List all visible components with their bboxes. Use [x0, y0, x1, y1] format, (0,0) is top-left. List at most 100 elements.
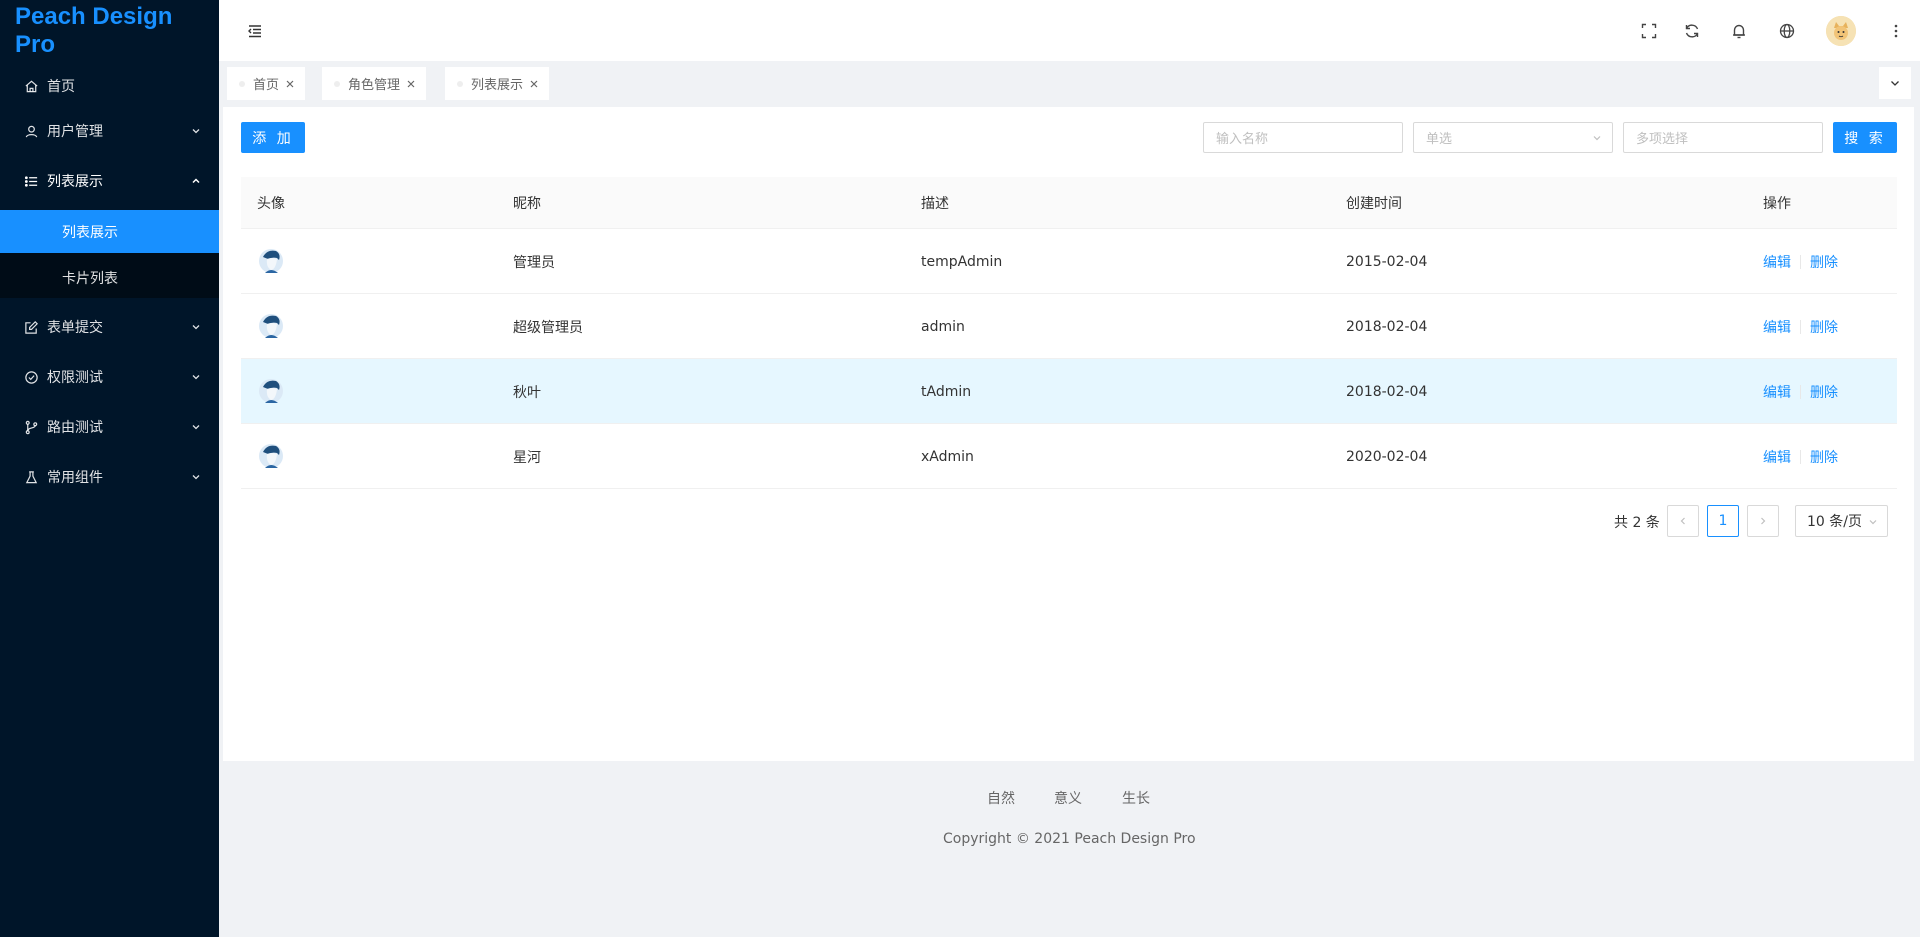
sidebar-item-label: 路由测试: [47, 420, 103, 436]
delete-link[interactable]: 删除: [1810, 382, 1838, 402]
row-nickname: 管理员: [513, 254, 555, 271]
row-description: tempAdmin: [921, 253, 1003, 270]
row-created: 2018-02-04: [1346, 383, 1428, 400]
divider: [1800, 449, 1801, 464]
row-actions: 编辑 删除: [1763, 294, 1838, 359]
next-page-button[interactable]: [1747, 505, 1779, 537]
sidebar-item-route[interactable]: 路由测试: [0, 402, 219, 452]
sidebar-item-label: 列表展示: [47, 174, 103, 190]
prev-page-button[interactable]: [1667, 505, 1699, 537]
chevron-down-icon: [1889, 77, 1901, 89]
name-search-input[interactable]: 输入名称: [1203, 122, 1403, 153]
divider: [1800, 254, 1801, 269]
sidebar-item-home[interactable]: 首页: [0, 61, 219, 111]
page-size-select[interactable]: 10 条/页: [1795, 505, 1888, 537]
multi-select[interactable]: 多项选择: [1623, 122, 1823, 153]
page-number-button[interactable]: 1: [1707, 505, 1739, 537]
menu-fold-icon[interactable]: [242, 18, 268, 44]
check-circle-icon: [23, 369, 39, 385]
home-icon: [23, 78, 39, 94]
tab-label: 角色管理: [348, 78, 401, 93]
close-icon[interactable]: [406, 79, 416, 89]
table-row[interactable]: 星河 xAdmin 2020-02-04 编辑 删除: [241, 424, 1897, 489]
tab-status-dot: [457, 80, 463, 87]
reload-icon[interactable]: [1679, 18, 1705, 44]
delete-link[interactable]: 删除: [1810, 447, 1838, 467]
delete-link[interactable]: 删除: [1810, 317, 1838, 337]
column-header-description: 描述: [921, 196, 949, 212]
tab-label: 首页: [253, 78, 280, 93]
row-actions: 编辑 删除: [1763, 424, 1838, 489]
edit-link[interactable]: 编辑: [1763, 382, 1791, 402]
tab-role-management[interactable]: 角色管理: [322, 67, 427, 100]
footer-link-nature[interactable]: 自然: [987, 788, 1015, 808]
edit-link[interactable]: 编辑: [1763, 447, 1791, 467]
table-row[interactable]: 管理员 tempAdmin 2015-02-04 编辑 删除: [241, 229, 1897, 294]
branch-icon: [23, 419, 39, 435]
form-icon: [23, 319, 39, 335]
table-row-highlighted[interactable]: 秋叶 tAdmin 2018-02-04 编辑 删除: [241, 359, 1897, 424]
sidebar-item-components[interactable]: 常用组件: [0, 452, 219, 502]
chevron-down-icon: [1868, 517, 1878, 527]
globe-icon[interactable]: [1774, 18, 1800, 44]
divider: [1800, 384, 1801, 399]
sidebar-item-permission[interactable]: 权限测试: [0, 352, 219, 402]
close-icon[interactable]: [529, 79, 539, 89]
chevron-down-icon: [191, 372, 201, 382]
sidebar-item-label: 用户管理: [47, 124, 103, 140]
row-actions: 编辑 删除: [1763, 359, 1838, 424]
app-logo[interactable]: Peach Design Pro: [0, 0, 219, 61]
row-avatar: [257, 359, 285, 424]
column-header-avatar: 头像: [257, 196, 285, 212]
row-actions: 编辑 删除: [1763, 229, 1838, 294]
row-nickname: 超级管理员: [513, 319, 583, 336]
search-button[interactable]: 搜 索: [1833, 122, 1897, 153]
row-nickname: 星河: [513, 449, 541, 466]
table-row[interactable]: 超级管理员 admin 2018-02-04 编辑 删除: [241, 294, 1897, 359]
edit-link[interactable]: 编辑: [1763, 252, 1791, 272]
tabs-bar: 首页 角色管理 列表展示: [219, 61, 1920, 107]
tab-list-display[interactable]: 列表展示: [445, 67, 550, 100]
divider: [1800, 319, 1801, 334]
row-avatar: [257, 229, 285, 294]
fullscreen-icon[interactable]: [1636, 18, 1662, 44]
edit-link[interactable]: 编辑: [1763, 317, 1791, 337]
tab-home[interactable]: 首页: [227, 67, 306, 100]
copyright-text: Copyright © 2021 Peach Design Pro: [943, 831, 1196, 847]
more-vertical-icon[interactable]: [1883, 18, 1909, 44]
sidebar-item-label: 首页: [47, 79, 75, 95]
delete-link[interactable]: 删除: [1810, 252, 1838, 272]
chevron-down-icon: [191, 126, 201, 136]
sidebar-item-label: 表单提交: [47, 320, 103, 336]
sidebar-item-form[interactable]: 表单提交: [0, 302, 219, 352]
row-created: 2015-02-04: [1346, 253, 1428, 270]
submenu-item-card-list[interactable]: 卡片列表: [0, 256, 219, 299]
row-avatar: [257, 294, 285, 359]
single-select[interactable]: 单选: [1413, 122, 1613, 153]
sidebar-item-label: 常用组件: [47, 470, 103, 486]
sidebar-item-list[interactable]: 列表展示: [0, 156, 219, 206]
chevron-down-icon: [1592, 133, 1602, 143]
close-icon[interactable]: [285, 79, 295, 89]
submenu-item-list-display[interactable]: 列表展示: [0, 210, 219, 253]
sidebar-item-label: 权限测试: [47, 370, 103, 386]
row-nickname: 秋叶: [513, 384, 541, 401]
bell-icon[interactable]: [1726, 18, 1752, 44]
chevron-down-icon: [191, 472, 201, 482]
header: [219, 0, 1920, 61]
scrollbar[interactable]: [1914, 107, 1920, 937]
sidebar: Peach Design Pro 首页 用户管理 列表展示 列表展示 卡片列表 …: [0, 0, 219, 937]
add-button[interactable]: 添 加: [241, 122, 305, 153]
tabs-more-button[interactable]: [1879, 67, 1911, 99]
column-header-nickname: 昵称: [513, 196, 541, 212]
footer-link-growth[interactable]: 生长: [1122, 788, 1150, 808]
chevron-up-icon: [191, 176, 201, 186]
footer-link-meaning[interactable]: 意义: [1054, 788, 1082, 808]
chevron-down-icon: [191, 322, 201, 332]
single-select-placeholder: 单选: [1426, 132, 1453, 147]
row-created: 2020-02-04: [1346, 448, 1428, 465]
avatar[interactable]: [1826, 16, 1856, 46]
sidebar-item-users[interactable]: 用户管理: [0, 106, 219, 156]
column-header-actions: 操作: [1763, 196, 1791, 212]
list-icon: [23, 173, 39, 189]
